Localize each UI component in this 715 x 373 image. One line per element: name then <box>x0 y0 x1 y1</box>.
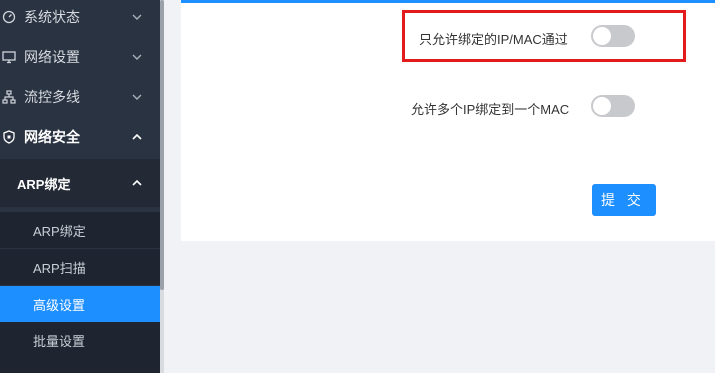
scrollbar-thumb[interactable] <box>160 0 164 290</box>
network-icon <box>2 90 16 104</box>
sidebar-subitem-arp-binding[interactable]: ARP绑定 <box>0 212 160 248</box>
chevron-up-icon <box>130 130 144 144</box>
multi-ip-label: 允许多个IP绑定到一个MAC <box>411 102 570 117</box>
subitem-label: 高级设置 <box>33 297 86 313</box>
shield-icon <box>2 130 16 144</box>
sidebar-subitem-advanced-settings[interactable]: 高级设置 <box>0 286 160 322</box>
subitem-label: 批量设置 <box>33 333 86 349</box>
chevron-down-icon <box>130 90 144 104</box>
sidebar-item-system-status[interactable]: 系统状态 <box>0 0 160 37</box>
sidebar-subgroup-arp-binding[interactable]: ARP绑定 <box>0 159 160 207</box>
sidebar-item-network-security[interactable]: 网络安全 <box>0 117 160 157</box>
subitem-label: ARP绑定 <box>33 223 86 239</box>
sidebar-scrollbar[interactable] <box>160 0 164 373</box>
gauge-icon <box>2 10 16 24</box>
sidebar-item-label: 网络设置 <box>24 49 80 65</box>
chevron-down-icon <box>130 10 144 24</box>
sidebar-item-label: 系统状态 <box>24 9 80 25</box>
submit-button[interactable]: 提 交 <box>592 184 656 216</box>
sidebar-item-flow-control[interactable]: 流控多线 <box>0 77 160 117</box>
chevron-up-icon <box>130 176 144 190</box>
sidebar-item-label: 网络安全 <box>24 129 80 145</box>
sidebar-item-network-settings[interactable]: 网络设置 <box>0 37 160 77</box>
sidebar-subitem-arp-scan[interactable]: ARP扫描 <box>0 249 160 285</box>
highlight-box <box>402 10 686 62</box>
sidebar: 系统状态 网络设置 流控多线 网络安全 ARP绑定 ARP绑定 ARP扫描 高级… <box>0 0 160 373</box>
toggle-knob <box>593 97 611 115</box>
sidebar-item-label: 流控多线 <box>24 89 80 105</box>
monitor-icon <box>2 50 16 64</box>
multi-ip-toggle[interactable] <box>591 95 635 117</box>
sidebar-subitem-partial <box>0 358 160 373</box>
subgroup-label: ARP绑定 <box>17 176 71 192</box>
sidebar-subitem-batch-settings[interactable]: 批量设置 <box>0 322 160 358</box>
chevron-down-icon <box>130 50 144 64</box>
subitem-label: ARP扫描 <box>33 260 86 276</box>
